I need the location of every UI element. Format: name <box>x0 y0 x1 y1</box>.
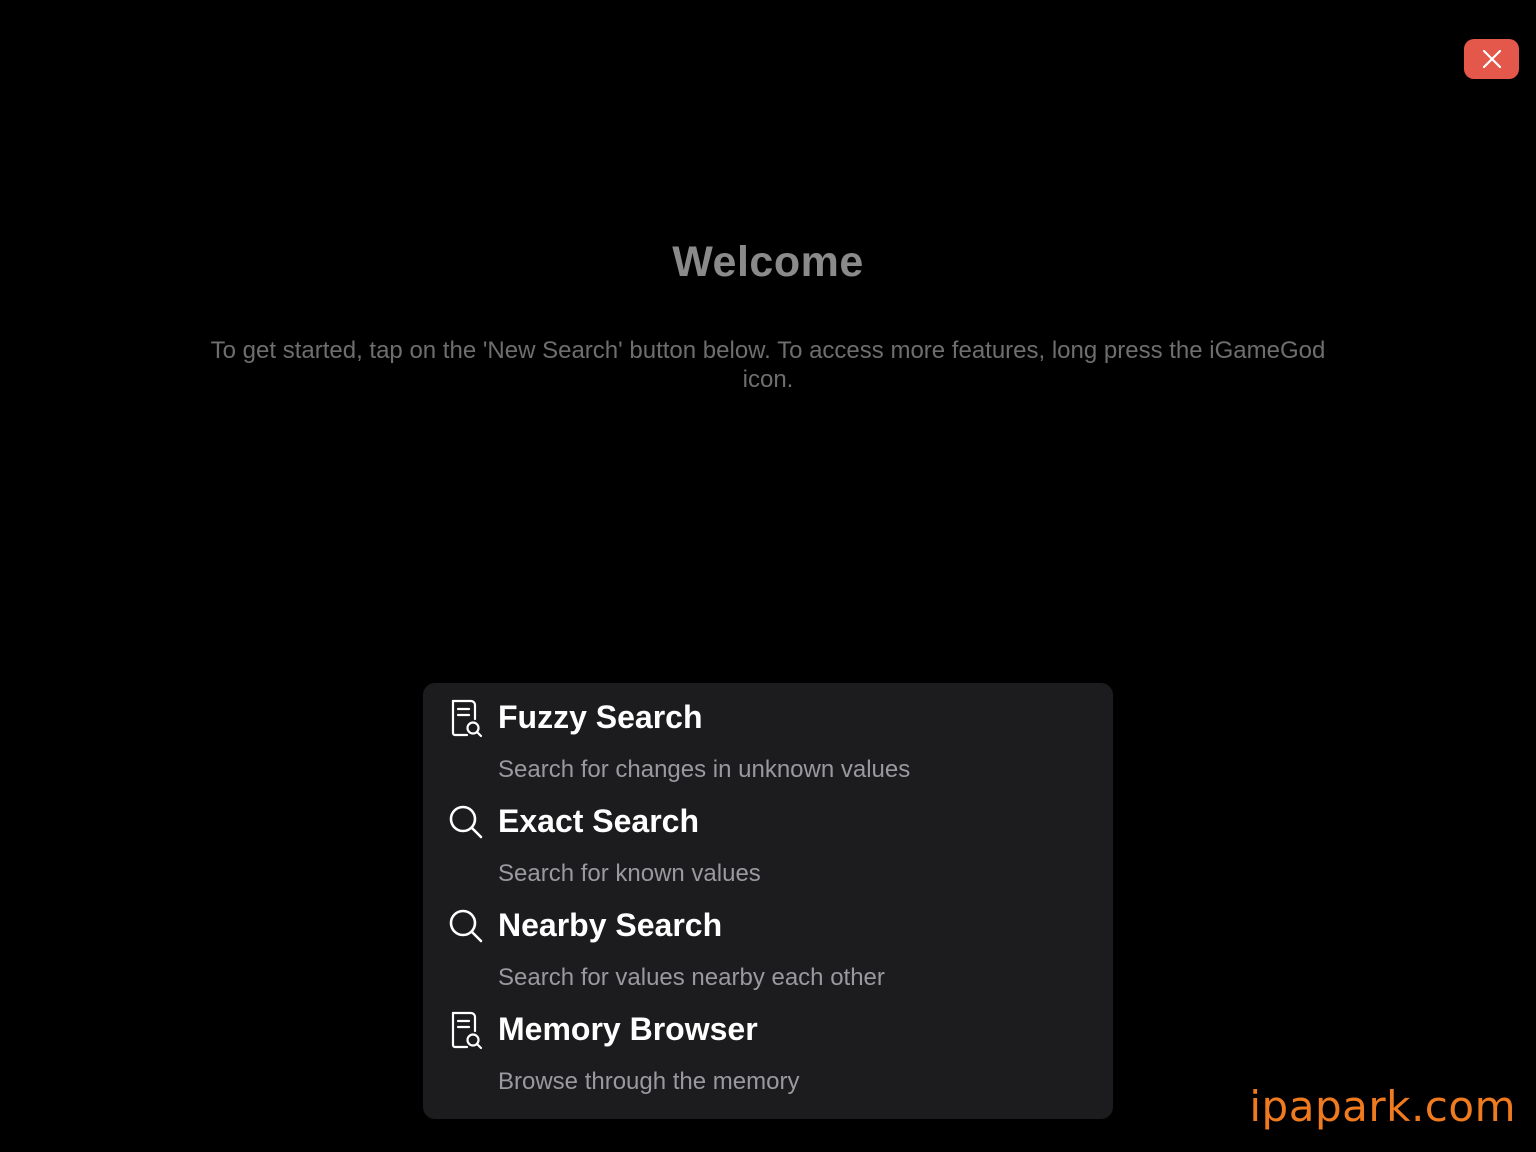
close-button[interactable] <box>1464 39 1519 79</box>
welcome-description: To get started, tap on the 'New Search' … <box>210 337 1326 393</box>
menu-item-nearby-search[interactable]: Nearby Search Search for values nearby e… <box>423 891 1113 995</box>
welcome-title: Welcome <box>672 238 864 286</box>
app-root: Welcome To get started, tap on the 'New … <box>0 0 1536 1152</box>
menu-item-subtitle: Browse through the memory <box>498 1068 800 1095</box>
menu-item-title: Exact Search <box>498 803 700 839</box>
menu-item-title: Nearby Search <box>498 907 723 943</box>
menu-item-fuzzy-search[interactable]: Fuzzy Search Search for changes in unkno… <box>423 683 1113 787</box>
search-icon <box>447 801 485 843</box>
search-icon <box>447 905 485 947</box>
menu-item-title: Fuzzy Search <box>498 699 703 735</box>
menu-item-subtitle: Search for known values <box>498 860 761 887</box>
document-search-icon <box>447 1009 485 1051</box>
menu-item-subtitle: Search for changes in unknown values <box>498 756 911 783</box>
watermark-text: ipapark.com <box>1249 1082 1516 1131</box>
menu-item-memory-browser[interactable]: Memory Browser Browse through the memory <box>423 995 1113 1099</box>
document-search-icon <box>447 697 485 739</box>
menu-item-exact-search[interactable]: Exact Search Search for known values <box>423 787 1113 891</box>
menu-item-subtitle: Search for values nearby each other <box>498 964 885 991</box>
close-icon <box>1482 49 1501 69</box>
search-menu-panel: Fuzzy Search Search for changes in unkno… <box>423 683 1113 1119</box>
menu-item-title: Memory Browser <box>498 1011 758 1047</box>
